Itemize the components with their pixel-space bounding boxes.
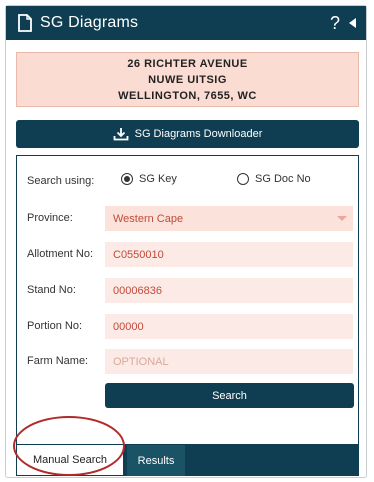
province-select[interactable]: Western Cape: [105, 206, 353, 231]
sg-diagrams-downloader-button[interactable]: SG Diagrams Downloader: [16, 120, 359, 148]
allotment-label: Allotment No:: [27, 248, 94, 260]
farm-name-field[interactable]: [105, 349, 353, 374]
search-using-label: Search using:: [27, 175, 95, 187]
portion-field[interactable]: [105, 314, 353, 339]
tab-results[interactable]: Results: [127, 445, 185, 476]
question-icon[interactable]: ?: [330, 13, 340, 34]
manual-search-form: Search using: SG Key SG Doc No Province:…: [16, 155, 359, 445]
address-box: 26 RICHTER AVENUE NUWE UITSIG WELLINGTON…: [16, 52, 359, 107]
radio-unselected-icon: [237, 173, 249, 185]
farm-name-label: Farm Name:: [27, 355, 89, 367]
province-label: Province:: [27, 212, 73, 224]
address-line-3: WELLINGTON, 7655, WC: [118, 89, 257, 102]
radio-sg-doc-no[interactable]: SG Doc No: [237, 173, 311, 185]
stand-label: Stand No:: [27, 284, 76, 296]
sg-diagrams-panel: SG Diagrams ? 26 RICHTER AVENUE NUWE UIT…: [5, 5, 367, 478]
radio-sg-doc-label: SG Doc No: [255, 173, 311, 185]
address-line-2: NUWE UITSIG: [148, 73, 227, 86]
tab-bar: Manual Search Results: [16, 445, 359, 476]
downloader-label: SG Diagrams Downloader: [134, 128, 263, 140]
chevron-down-icon: [337, 216, 347, 221]
radio-sg-key[interactable]: SG Key: [121, 173, 177, 185]
caret-left-icon[interactable]: [349, 18, 356, 28]
portion-label: Portion No:: [27, 320, 83, 332]
allotment-field[interactable]: [105, 242, 353, 267]
panel-title: SG Diagrams: [40, 14, 139, 31]
radio-selected-icon: [121, 173, 133, 185]
document-icon: [18, 14, 32, 32]
panel-header: SG Diagrams ?: [6, 6, 366, 40]
province-value: Western Cape: [113, 212, 184, 225]
radio-sg-key-label: SG Key: [139, 173, 177, 185]
search-button[interactable]: Search: [105, 383, 354, 408]
tab-manual-search[interactable]: Manual Search: [16, 445, 124, 476]
download-icon: [113, 127, 129, 141]
stand-field[interactable]: [105, 278, 353, 303]
address-line-1: 26 RICHTER AVENUE: [127, 57, 248, 70]
